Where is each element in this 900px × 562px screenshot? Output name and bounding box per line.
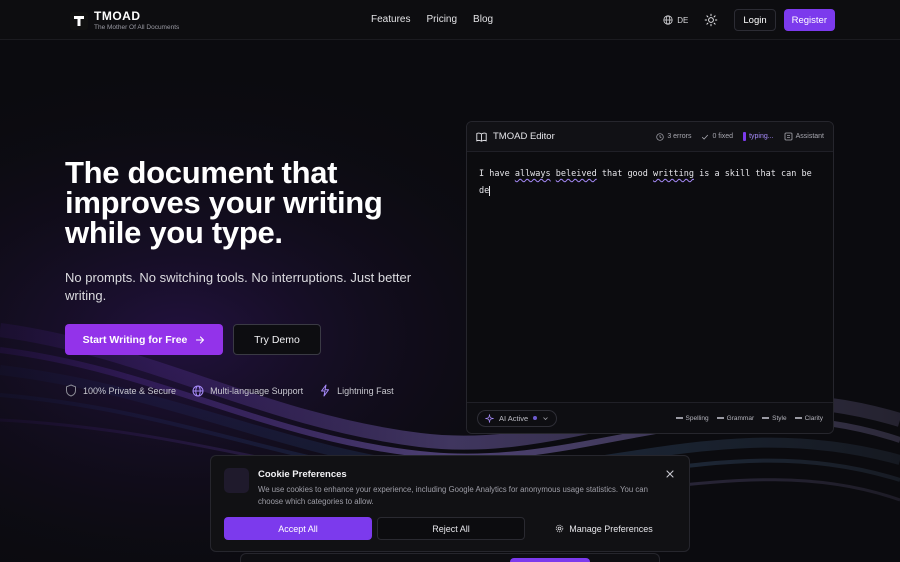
nav-link-blog[interactable]: Blog xyxy=(473,14,493,25)
sparkles-icon xyxy=(485,413,494,423)
brand-logo[interactable]: TMOAD The Mother Of All Documents xyxy=(70,9,179,33)
lower-section-card xyxy=(240,553,660,562)
book-open-icon xyxy=(476,132,487,142)
globe-icon xyxy=(192,385,204,396)
typing-bar xyxy=(743,132,747,141)
editor-header: TMOAD Editor 3 errors 0 fixed typing... xyxy=(467,122,833,152)
start-writing-label: Start Writing for Free xyxy=(82,333,188,346)
fixed-count: 0 fixed xyxy=(701,133,733,141)
nav-link-features[interactable]: Features xyxy=(371,14,410,25)
legend-line xyxy=(716,417,724,419)
lower-section-button[interactable] xyxy=(510,558,590,562)
feature-item-speed: Lightning Fast xyxy=(319,384,394,397)
language-switcher[interactable]: DE xyxy=(663,15,688,25)
feature-item-privacy: 100% Private & Secure xyxy=(65,384,176,397)
ai-status-label: AI Active xyxy=(499,413,529,423)
ai-status-pill[interactable]: AI Active xyxy=(477,409,558,427)
tmoad-logo-icon xyxy=(70,12,88,30)
legend-item-clarity: Clarity xyxy=(794,414,823,422)
editor-status: 3 errors 0 fixed typing... Assistant xyxy=(656,132,824,141)
editor-preview: TMOAD Editor 3 errors 0 fixed typing... xyxy=(466,121,834,434)
register-button[interactable]: Register xyxy=(783,9,835,31)
typing-label: typing... xyxy=(749,133,774,140)
error-count-label: 3 errors xyxy=(667,133,692,140)
hero-title: The document that improves your writing … xyxy=(65,155,383,250)
legend-label: Style xyxy=(772,414,787,422)
start-writing-button[interactable]: Start Writing for Free xyxy=(65,324,223,355)
chevron-down-icon xyxy=(543,416,548,420)
brand-name: TMOAD xyxy=(94,9,141,23)
reject-all-button[interactable]: Reject All xyxy=(377,517,525,540)
panel-icon xyxy=(784,132,792,141)
nav-links: Features Pricing Blog xyxy=(371,14,493,25)
hero-subtitle: No prompts. No switching tools. No inter… xyxy=(65,270,412,303)
login-button[interactable]: Login xyxy=(734,9,776,31)
spelling-error[interactable]: allways xyxy=(515,169,551,179)
cookie-title: Cookie Preferences xyxy=(258,469,347,480)
legend-label: Clarity xyxy=(804,414,823,422)
manage-preferences-label: Manage Preferences xyxy=(569,523,653,534)
typing-indicator: typing... xyxy=(743,132,774,141)
clock-icon xyxy=(656,132,664,141)
feature-label: Lightning Fast xyxy=(337,385,394,396)
text-segment: I have xyxy=(479,169,515,179)
accept-all-button[interactable]: Accept All xyxy=(224,517,372,540)
assistant-label: Assistant xyxy=(795,133,824,140)
brand-text: TMOAD The Mother Of All Documents xyxy=(94,9,179,33)
legend-item-grammar: Grammar xyxy=(716,414,755,422)
editor-text-area[interactable]: I have allways beleived that good writti… xyxy=(467,152,833,403)
language-code: DE xyxy=(677,15,689,25)
manage-preferences-button[interactable]: Manage Preferences xyxy=(530,517,678,540)
lightning-icon xyxy=(321,384,330,397)
top-navbar: TMOAD The Mother Of All Documents Featur… xyxy=(0,0,900,40)
check-icon xyxy=(702,134,709,140)
globe-icon xyxy=(663,15,673,25)
legend-item-spelling: Spelling xyxy=(675,414,709,422)
legend-label: Grammar xyxy=(726,414,755,422)
arrow-right-icon xyxy=(196,335,205,344)
legend-item-style: Style xyxy=(762,414,787,422)
assistant-toggle[interactable]: Assistant xyxy=(784,132,824,141)
legend-line xyxy=(794,417,802,419)
close-icon[interactable] xyxy=(665,469,675,479)
spelling-error[interactable]: beleived xyxy=(556,169,597,179)
try-demo-button[interactable]: Try Demo xyxy=(233,324,321,355)
error-legend: Spelling Grammar Style Clarity xyxy=(675,414,823,422)
nav-actions: DE Login Register xyxy=(663,9,835,31)
legend-line xyxy=(675,417,683,419)
feature-item-language: Multi-language Support xyxy=(192,384,303,397)
spelling-error[interactable]: writting xyxy=(653,169,694,179)
cookie-banner: Cookie Preferences We use cookies to enh… xyxy=(210,455,690,552)
feature-label: Multi-language Support xyxy=(210,385,304,396)
text-segment: that good xyxy=(596,169,654,179)
editor-title: TMOAD Editor xyxy=(493,131,555,142)
text-caret xyxy=(489,185,491,196)
cookie-actions: Accept All Reject All Manage Preferences xyxy=(224,517,678,540)
feature-list: 100% Private & Secure Multi-language Sup… xyxy=(65,384,394,397)
nav-link-pricing[interactable]: Pricing xyxy=(426,14,457,25)
fixed-count-label: 0 fixed xyxy=(712,133,734,140)
gear-icon xyxy=(556,524,564,533)
cookie-icon xyxy=(224,468,249,493)
sun-icon[interactable] xyxy=(704,13,718,27)
legend-label: Spelling xyxy=(685,414,709,422)
cookie-text: We use cookies to enhance your experienc… xyxy=(258,485,648,506)
legend-line xyxy=(762,417,770,419)
hero-cta-row: Start Writing for Free Try Demo xyxy=(65,324,321,355)
shield-icon xyxy=(66,384,76,397)
editor-title-group: TMOAD Editor xyxy=(476,131,555,142)
brand-tagline: The Mother Of All Documents xyxy=(94,24,180,31)
ai-status-dot xyxy=(533,416,538,420)
editor-footer: AI Active Spelling Grammar Style Clarity xyxy=(467,402,833,433)
error-count: 3 errors xyxy=(656,132,692,141)
feature-label: 100% Private & Secure xyxy=(83,385,177,396)
